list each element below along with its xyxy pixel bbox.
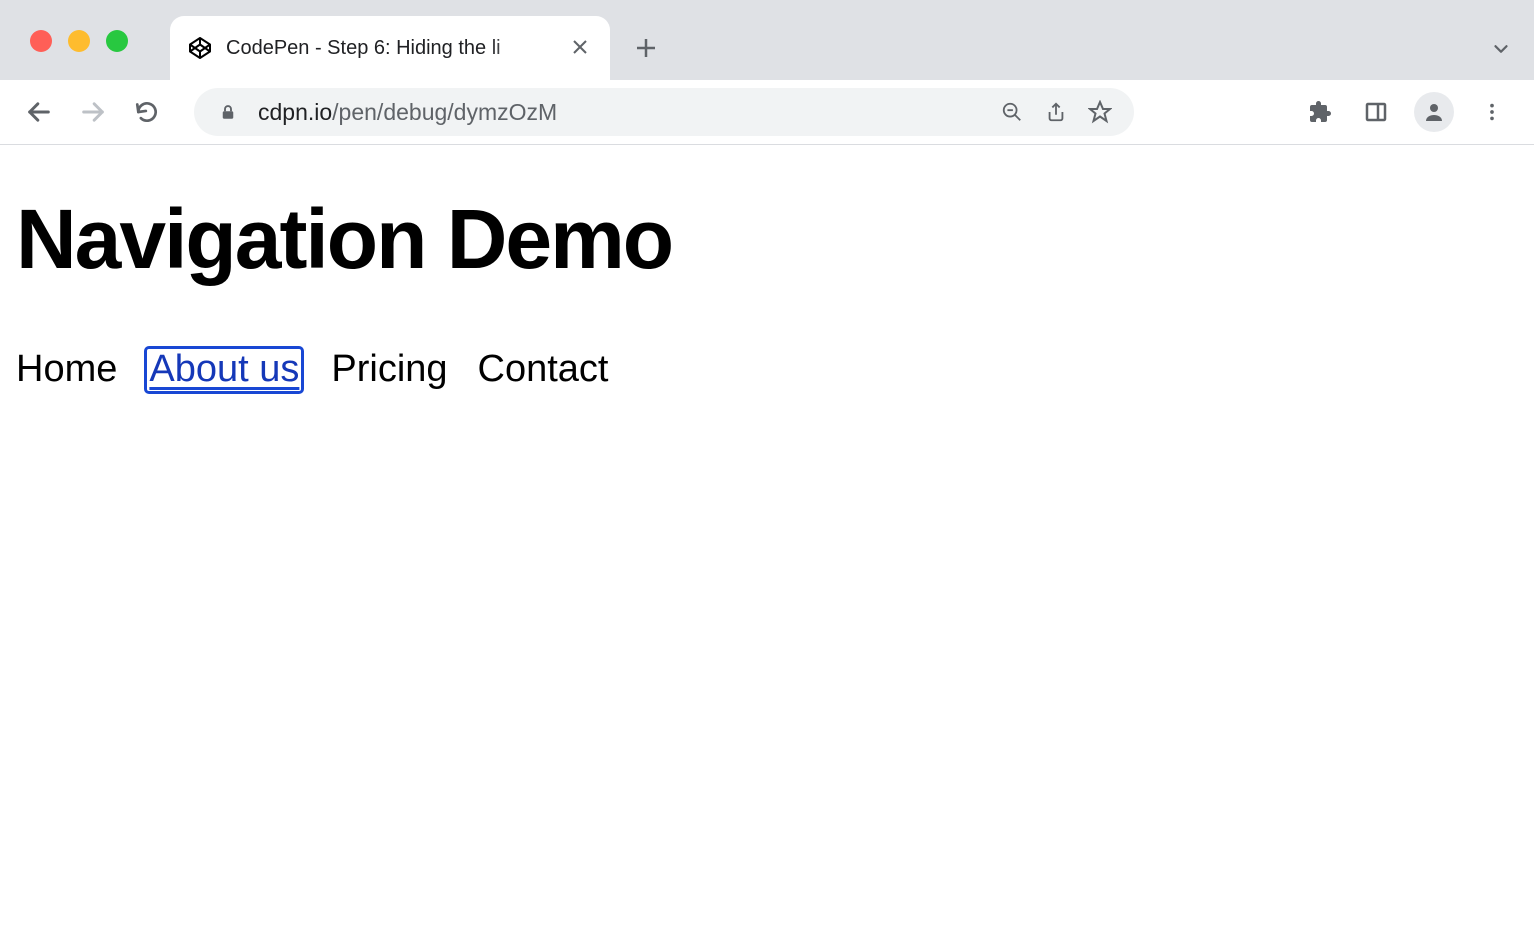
tabs-dropdown-icon[interactable] — [1490, 38, 1512, 65]
toolbar-right — [1302, 92, 1516, 132]
profile-avatar[interactable] — [1414, 92, 1454, 132]
window-maximize-button[interactable] — [106, 30, 128, 52]
page-nav: Home About us Pricing Contact — [0, 285, 1534, 391]
nav-link-pricing[interactable]: Pricing — [331, 349, 447, 391]
new-tab-button[interactable] — [622, 24, 670, 72]
nav-link-about-us[interactable]: About us — [147, 349, 301, 391]
browser-tab-strip: CodePen - Step 6: Hiding the li — [0, 0, 1534, 80]
page-viewport: Navigation Demo Home About us Pricing Co… — [0, 145, 1534, 391]
zoom-out-icon[interactable] — [998, 98, 1026, 126]
extensions-icon[interactable] — [1302, 94, 1338, 130]
nav-link-contact[interactable]: Contact — [478, 349, 609, 391]
url-path: /pen/debug/dymzOzM — [332, 99, 557, 125]
lock-icon — [214, 98, 242, 126]
browser-tab[interactable]: CodePen - Step 6: Hiding the li — [170, 16, 610, 80]
tab-close-button[interactable] — [568, 35, 592, 61]
side-panel-icon[interactable] — [1358, 94, 1394, 130]
reload-button[interactable] — [126, 91, 168, 133]
kebab-menu-icon[interactable] — [1474, 94, 1510, 130]
address-bar[interactable]: cdpn.io/pen/debug/dymzOzM — [194, 88, 1134, 136]
bookmark-star-icon[interactable] — [1086, 98, 1114, 126]
address-url: cdpn.io/pen/debug/dymzOzM — [258, 99, 982, 126]
window-controls — [30, 30, 128, 52]
window-minimize-button[interactable] — [68, 30, 90, 52]
nav-link-home[interactable]: Home — [16, 349, 117, 391]
codepen-icon — [188, 36, 212, 60]
url-host: cdpn.io — [258, 99, 332, 125]
page-heading: Navigation Demo — [0, 145, 1534, 285]
forward-button[interactable] — [72, 91, 114, 133]
tab-title: CodePen - Step 6: Hiding the li — [226, 37, 554, 60]
window-close-button[interactable] — [30, 30, 52, 52]
share-icon[interactable] — [1042, 98, 1070, 126]
back-button[interactable] — [18, 91, 60, 133]
browser-toolbar: cdpn.io/pen/debug/dymzOzM — [0, 80, 1534, 145]
